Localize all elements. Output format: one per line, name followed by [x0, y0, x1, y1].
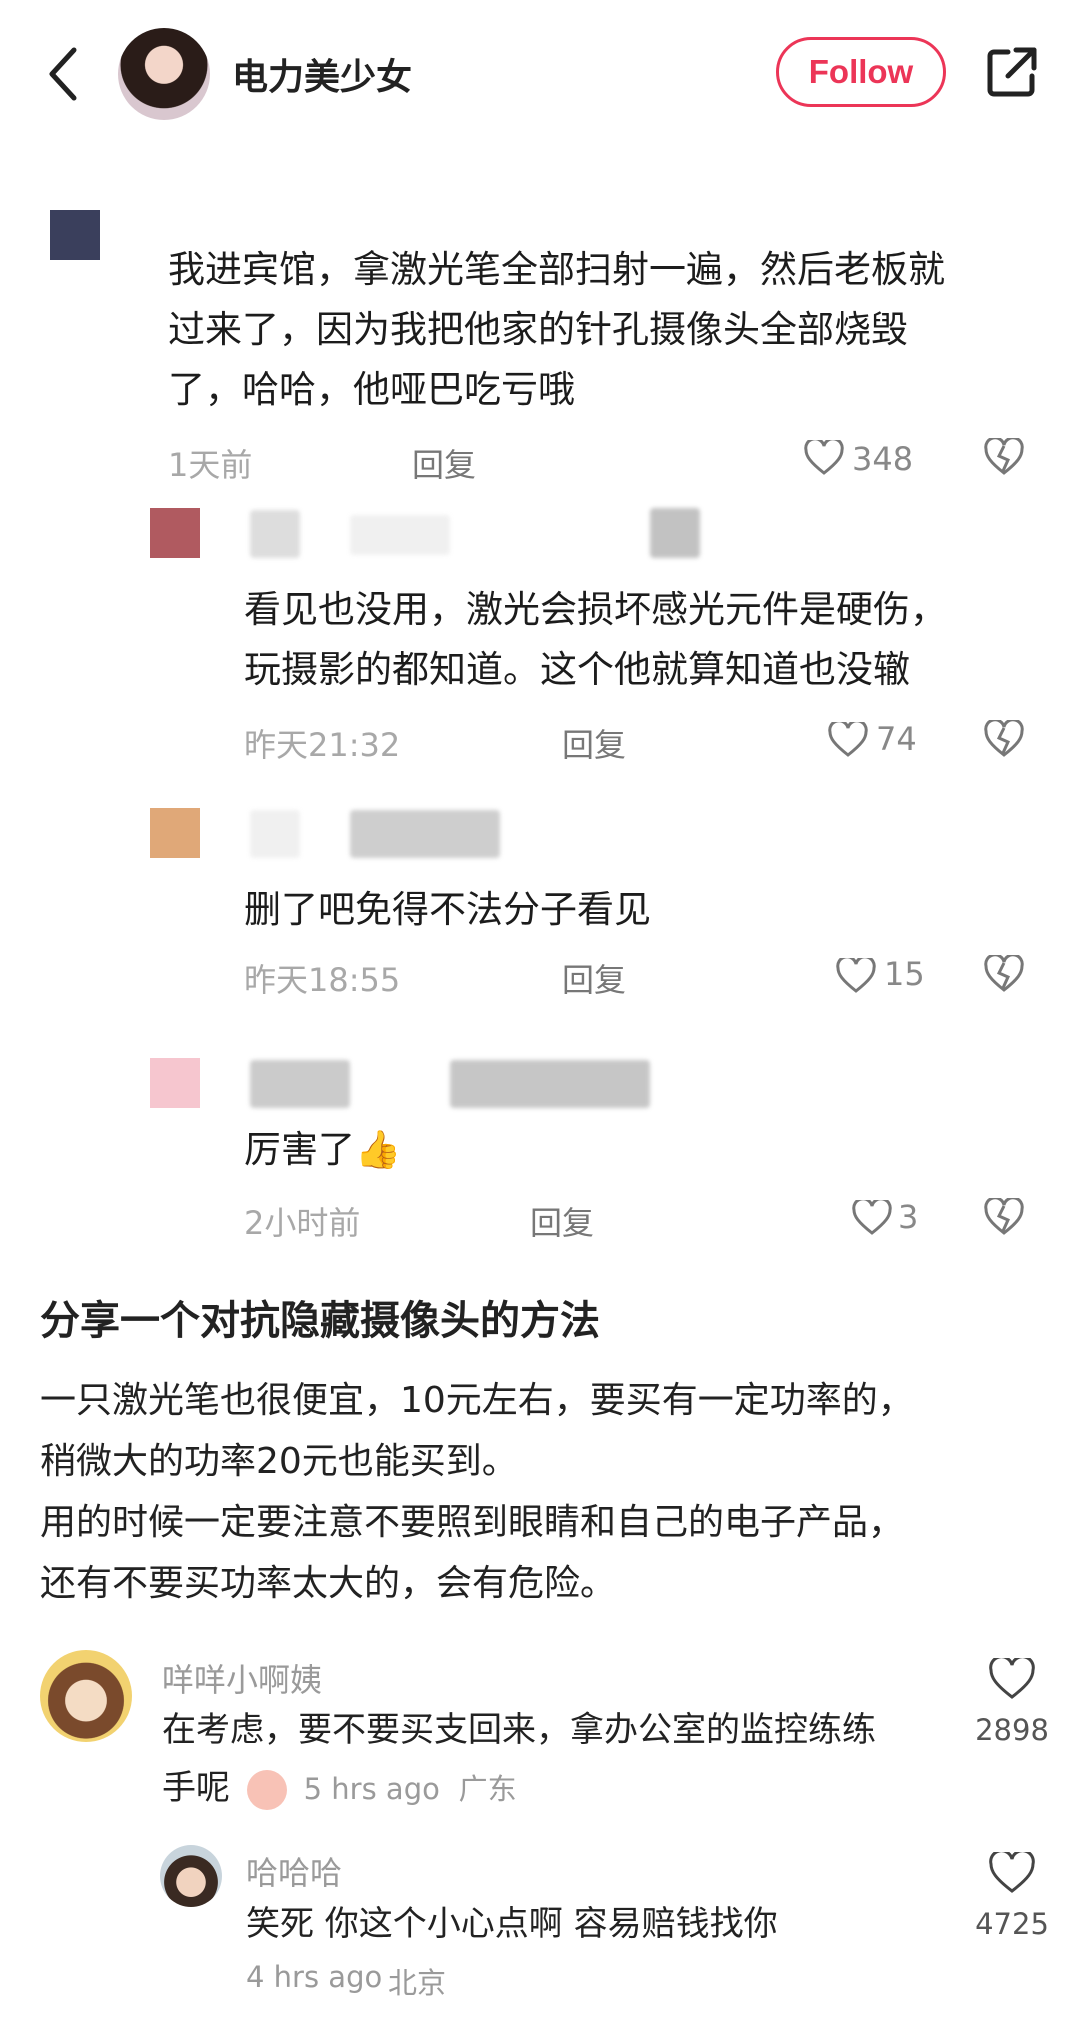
blurred-username	[250, 810, 300, 858]
follow-button[interactable]: Follow	[776, 37, 946, 107]
reply-button[interactable]: 回复	[562, 955, 626, 1001]
author-name[interactable]: 电力美少女	[232, 48, 412, 100]
comment-text: 笑死 你这个小心点啊 容易赔钱找你	[246, 1904, 778, 1944]
comment-text: 在考虑，要不要买支回来，拿办公室的监控练练 手呢 5 hrs ago 广东	[162, 1710, 876, 1810]
back-arrow-icon[interactable]	[44, 44, 84, 104]
post-body: 一只激光笔也很便宜，10元左右，要买有一定功率的， 稍微大的功率20元也能买到。…	[40, 1380, 914, 1604]
reply-button[interactable]: 回复	[530, 1198, 594, 1244]
comment-location: 广东	[458, 1772, 517, 1806]
comment-text: 看见也没用，激光会损坏感光元件是硬伤， 玩摄影的都知道。这个他就算知道也没辙	[244, 588, 947, 691]
comment-time: 5 hrs ago	[303, 1772, 440, 1806]
blurred-username	[450, 1060, 650, 1108]
comment-username[interactable]: 哈哈哈	[246, 1848, 342, 1894]
comment-username[interactable]: 咩咩小啊姨	[162, 1655, 322, 1701]
blurred-username	[350, 810, 500, 858]
comment-text: 我进宾馆，拿激光笔全部扫射一遍，然后老板就 过来了，因为我把他家的针孔摄像头全部…	[168, 248, 945, 411]
comment-time: 昨天18:55	[244, 961, 401, 999]
author-avatar[interactable]	[118, 28, 210, 120]
commenter-avatar	[150, 1058, 200, 1108]
like-count: 15	[884, 955, 925, 993]
like-count: 4725	[975, 1907, 1049, 1941]
blurred-username	[650, 508, 700, 558]
like-count: 348	[852, 440, 914, 478]
thumbs-up-emoji: 👍	[355, 1128, 402, 1171]
blurred-username	[250, 510, 300, 558]
like-count: 74	[876, 720, 917, 758]
comment-location: 北京	[388, 1966, 447, 2000]
comment-text: 删了吧免得不法分子看见	[244, 888, 651, 931]
commenter-avatar[interactable]	[40, 1650, 132, 1742]
comment-time: 昨天21:32	[244, 726, 401, 764]
commenter-avatar	[50, 210, 100, 260]
commenter-avatar	[150, 808, 200, 858]
share-icon[interactable]	[984, 44, 1040, 100]
blurred-username	[350, 515, 450, 555]
like-heart-icon[interactable]	[828, 722, 868, 758]
comment-time: 4 hrs ago	[246, 1960, 383, 1994]
blurred-username	[250, 1060, 350, 1108]
commenter-avatar	[150, 508, 200, 558]
dislike-icon[interactable]	[984, 955, 1024, 993]
like-heart-icon[interactable]	[988, 1852, 1036, 1894]
post-title: 分享一个对抗隐藏摄像头的方法	[40, 1298, 600, 1344]
like-heart-icon[interactable]	[852, 1200, 892, 1236]
reply-button[interactable]: 回复	[562, 720, 626, 766]
reply-button[interactable]: 回复	[412, 440, 476, 486]
comment-text: 厉害了👍	[244, 1128, 402, 1171]
commenter-avatar[interactable]	[160, 1845, 222, 1907]
like-heart-icon[interactable]	[988, 1658, 1036, 1700]
dislike-icon[interactable]	[984, 438, 1024, 476]
like-count: 2898	[975, 1713, 1049, 1747]
dislike-icon[interactable]	[984, 1198, 1024, 1236]
face-emoji	[246, 1769, 287, 1810]
comment-time: 1天前	[168, 446, 253, 484]
like-heart-icon[interactable]	[836, 958, 876, 994]
comment-time: 2小时前	[244, 1204, 361, 1242]
dislike-icon[interactable]	[984, 720, 1024, 758]
like-heart-icon[interactable]	[804, 440, 844, 476]
like-count: 3	[898, 1198, 919, 1236]
